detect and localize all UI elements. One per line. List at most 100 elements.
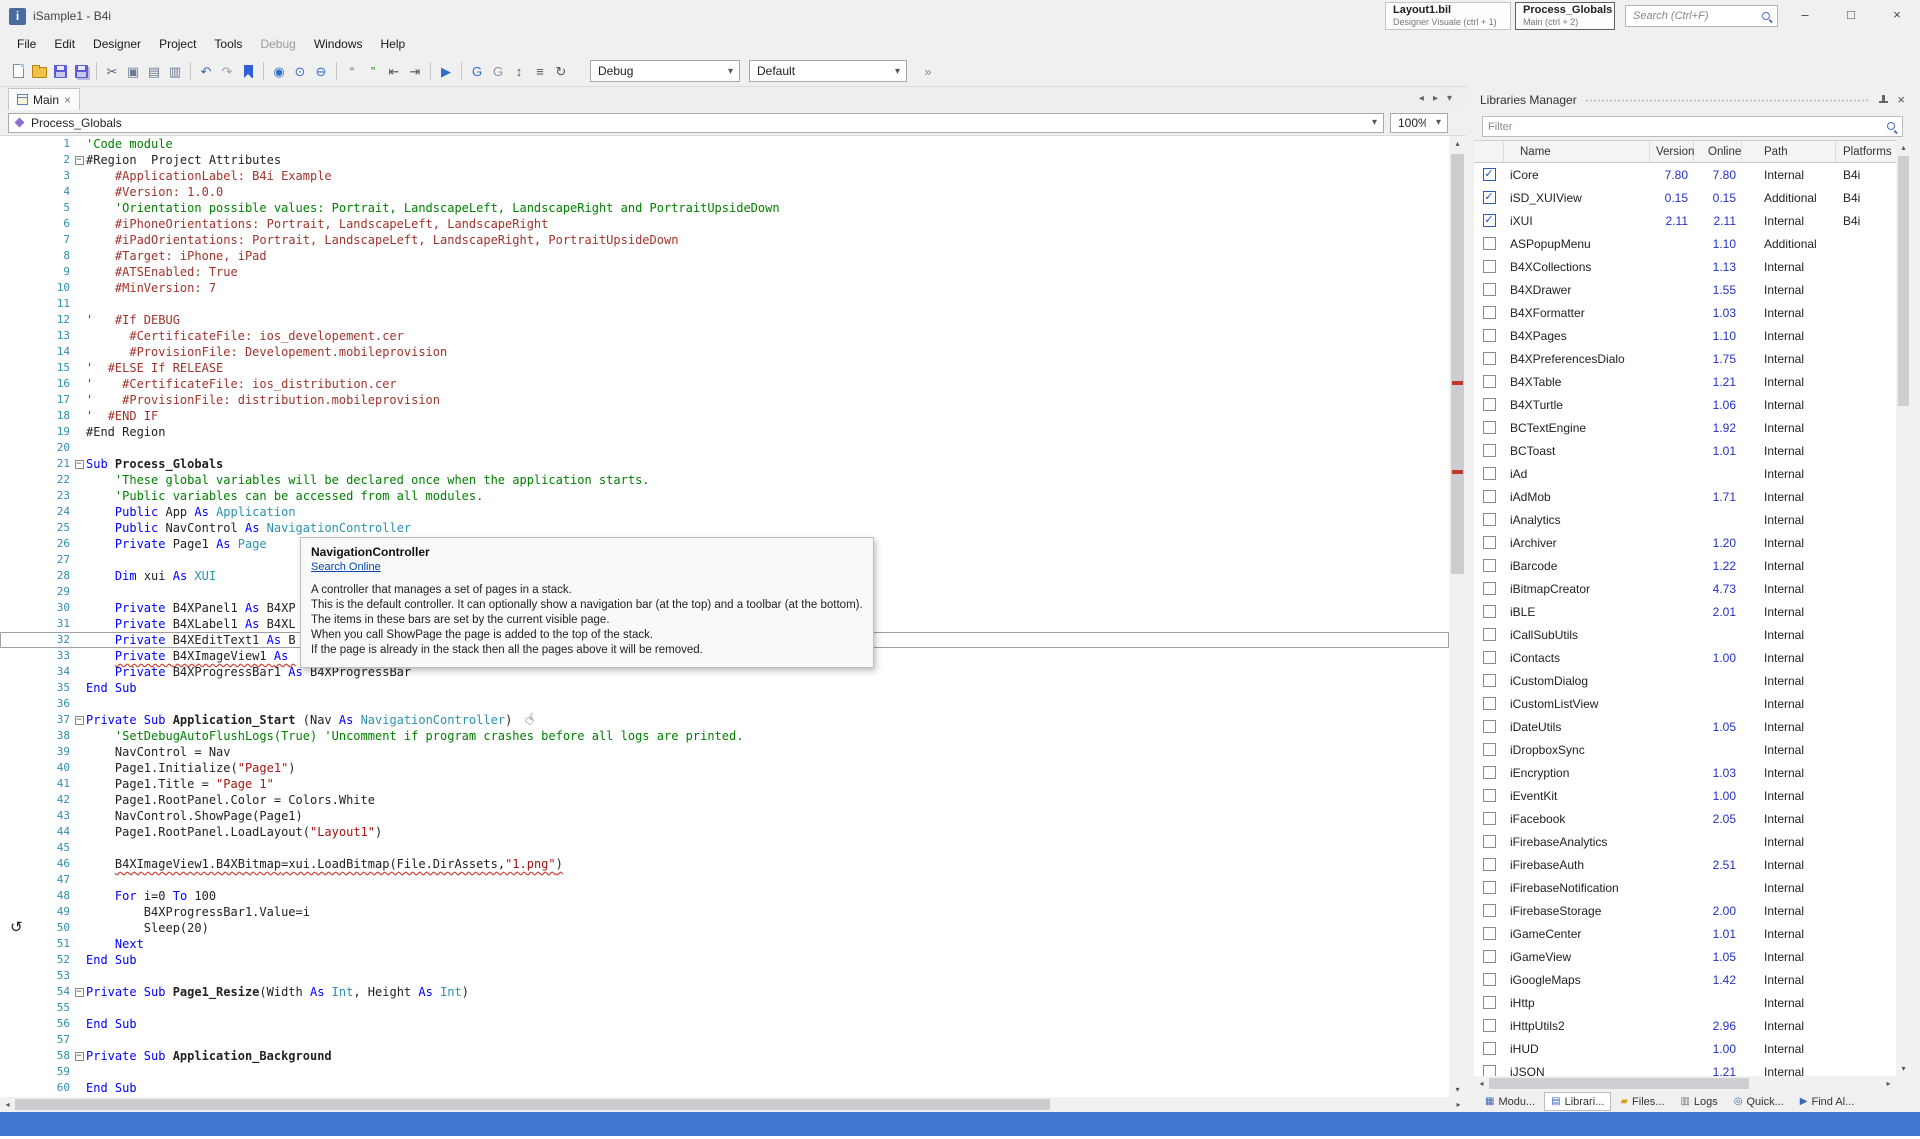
tab-nav-right-icon[interactable]: ▸ bbox=[1433, 93, 1438, 104]
uncomment-button[interactable]: ” bbox=[363, 60, 383, 82]
code-line-19[interactable]: 19#End Region bbox=[0, 424, 1449, 440]
code-line-48[interactable]: 48 For i=0 To 100 bbox=[0, 888, 1449, 904]
library-checkbox[interactable] bbox=[1483, 651, 1496, 664]
error-marker[interactable] bbox=[1452, 381, 1463, 385]
library-row-iCustomListView[interactable]: iCustomListViewInternal bbox=[1474, 692, 1896, 715]
fold-collapse-icon[interactable]: − bbox=[75, 988, 84, 997]
code-line-3[interactable]: 3 #ApplicationLabel: B4i Example bbox=[0, 168, 1449, 184]
clone-module-button[interactable]: ▥ bbox=[165, 60, 185, 82]
code-line-56[interactable]: 56End Sub bbox=[0, 1016, 1449, 1032]
library-checkbox[interactable] bbox=[1483, 283, 1496, 296]
library-row-iContacts[interactable]: iContacts1.00Internal bbox=[1474, 646, 1896, 669]
code-line-7[interactable]: 7 #iPadOrientations: Portrait, Landscape… bbox=[0, 232, 1449, 248]
library-checkbox[interactable] bbox=[1483, 536, 1496, 549]
save-button[interactable] bbox=[50, 60, 70, 82]
copy-button[interactable]: ▣ bbox=[123, 60, 143, 82]
library-checkbox[interactable] bbox=[1483, 1042, 1496, 1055]
fold-collapse-icon[interactable]: − bbox=[75, 716, 84, 725]
scroll-left-icon[interactable]: ◂ bbox=[1474, 1076, 1489, 1091]
error-marker[interactable] bbox=[1452, 470, 1463, 474]
library-row-B4XPages[interactable]: B4XPages1.10Internal bbox=[1474, 324, 1896, 347]
menu-file[interactable]: File bbox=[8, 37, 45, 51]
code-line-41[interactable]: 41 Page1.Title = "Page 1" bbox=[0, 776, 1449, 792]
fold-collapse-icon[interactable]: − bbox=[75, 1052, 84, 1061]
library-row-BCTextEngine[interactable]: BCTextEngine1.92Internal bbox=[1474, 416, 1896, 439]
library-checkbox[interactable] bbox=[1483, 467, 1496, 480]
library-checkbox[interactable] bbox=[1483, 559, 1496, 572]
panel-tab-logs[interactable]: ▥Logs bbox=[1673, 1092, 1724, 1111]
scroll-up-icon[interactable]: ▴ bbox=[1449, 136, 1466, 151]
library-row-B4XPreferencesDialo[interactable]: B4XPreferencesDialo1.75Internal bbox=[1474, 347, 1896, 370]
scroll-down-icon[interactable]: ▾ bbox=[1896, 1061, 1911, 1076]
code-line-59[interactable]: 59 bbox=[0, 1064, 1449, 1080]
pin-icon[interactable] bbox=[1878, 94, 1889, 105]
library-row-iHttp[interactable]: iHttpInternal bbox=[1474, 991, 1896, 1014]
save-all-button[interactable] bbox=[71, 60, 91, 82]
library-row-B4XTurtle[interactable]: B4XTurtle1.06Internal bbox=[1474, 393, 1896, 416]
new-file-button[interactable] bbox=[8, 60, 28, 82]
library-row-iAdMob[interactable]: iAdMob1.71Internal bbox=[1474, 485, 1896, 508]
library-row-iFirebaseStorage[interactable]: iFirebaseStorage2.00Internal bbox=[1474, 899, 1896, 922]
library-row-iCustomDialog[interactable]: iCustomDialogInternal bbox=[1474, 669, 1896, 692]
code-line-17[interactable]: 17' #ProvisionFile: distribution.mobilep… bbox=[0, 392, 1449, 408]
library-checkbox[interactable] bbox=[1483, 743, 1496, 756]
libraries-table-header[interactable]: Name Version Online Path Platforms bbox=[1474, 140, 1896, 163]
code-line-43[interactable]: 43 NavControl.ShowPage(Page1) bbox=[0, 808, 1449, 824]
library-checkbox[interactable] bbox=[1483, 720, 1496, 733]
quick-tab-main[interactable]: Process_Globals Main (ctrl + 2) bbox=[1515, 2, 1615, 30]
code-line-42[interactable]: 42 Page1.RootPanel.Color = Colors.White bbox=[0, 792, 1449, 808]
panel-tab-find-all[interactable]: ▶Find Al... bbox=[1793, 1092, 1862, 1111]
library-row-iGameCenter[interactable]: iGameCenter1.01Internal bbox=[1474, 922, 1896, 945]
code-line-50[interactable]: 50 Sleep(20) bbox=[0, 920, 1449, 936]
overflow-button[interactable]: » bbox=[918, 60, 938, 82]
code-line-21[interactable]: 21−Sub Process_Globals bbox=[0, 456, 1449, 472]
undo-button[interactable]: ↶ bbox=[196, 60, 216, 82]
library-checkbox[interactable] bbox=[1483, 398, 1496, 411]
tab-main[interactable]: Main × bbox=[8, 88, 80, 110]
nav-forward-button[interactable]: ⊖ bbox=[311, 60, 331, 82]
library-row-iFirebaseAnalytics[interactable]: iFirebaseAnalyticsInternal bbox=[1474, 830, 1896, 853]
library-checkbox[interactable]: ✓ bbox=[1483, 168, 1496, 181]
conditional-symbols-select[interactable]: Default▾ bbox=[749, 60, 907, 82]
open-project-button[interactable] bbox=[29, 60, 49, 82]
library-row-B4XFormatter[interactable]: B4XFormatter1.03Internal bbox=[1474, 301, 1896, 324]
panel-tab-files[interactable]: ▰Files... bbox=[1613, 1092, 1671, 1111]
code-line-55[interactable]: 55 bbox=[0, 1000, 1449, 1016]
library-row-iFirebaseAuth[interactable]: iFirebaseAuth2.51Internal bbox=[1474, 853, 1896, 876]
code-line-53[interactable]: 53 bbox=[0, 968, 1449, 984]
code-line-40[interactable]: 40 Page1.Initialize("Page1") bbox=[0, 760, 1449, 776]
zoom-select[interactable]: 100% ▾ bbox=[1390, 113, 1448, 133]
code-line-51[interactable]: 51 Next bbox=[0, 936, 1449, 952]
library-checkbox[interactable]: ✓ bbox=[1483, 191, 1496, 204]
members-button[interactable]: ≡ bbox=[530, 60, 550, 82]
scroll-right-icon[interactable]: ▸ bbox=[1881, 1076, 1896, 1091]
tab-list-icon[interactable]: ▾ bbox=[1447, 93, 1452, 104]
library-checkbox[interactable] bbox=[1483, 490, 1496, 503]
indent-button[interactable]: ⇥ bbox=[405, 60, 425, 82]
scroll-left-icon[interactable]: ◂ bbox=[0, 1097, 15, 1112]
code-line-1[interactable]: 1'Code module bbox=[0, 136, 1449, 152]
library-row-BCToast[interactable]: BCToast1.01Internal bbox=[1474, 439, 1896, 462]
library-row-iAnalytics[interactable]: iAnalyticsInternal bbox=[1474, 508, 1896, 531]
code-line-39[interactable]: 39 NavControl = Nav bbox=[0, 744, 1449, 760]
code-line-49[interactable]: 49 B4XProgressBar1.Value=i bbox=[0, 904, 1449, 920]
library-row-iJSON[interactable]: iJSON1.21Internal bbox=[1474, 1060, 1896, 1076]
library-row-iAd[interactable]: iAdInternal bbox=[1474, 462, 1896, 485]
code-line-6[interactable]: 6 #iPhoneOrientations: Portrait, Landsca… bbox=[0, 216, 1449, 232]
library-checkbox[interactable] bbox=[1483, 375, 1496, 388]
menu-edit[interactable]: Edit bbox=[45, 37, 84, 51]
code-line-47[interactable]: 47 bbox=[0, 872, 1449, 888]
library-checkbox[interactable] bbox=[1483, 329, 1496, 342]
goto-sub-button[interactable]: G bbox=[467, 60, 487, 82]
library-row-B4XTable[interactable]: B4XTable1.21Internal bbox=[1474, 370, 1896, 393]
library-checkbox[interactable] bbox=[1483, 237, 1496, 250]
code-line-60[interactable]: 60End Sub bbox=[0, 1080, 1449, 1096]
library-checkbox[interactable] bbox=[1483, 927, 1496, 940]
code-line-14[interactable]: 14 #ProvisionFile: Developement.mobilepr… bbox=[0, 344, 1449, 360]
library-row-B4XDrawer[interactable]: B4XDrawer1.55Internal bbox=[1474, 278, 1896, 301]
nav-back-button[interactable]: ◉ bbox=[269, 60, 289, 82]
column-header-path[interactable]: Path bbox=[1742, 141, 1836, 162]
code-line-18[interactable]: 18' #END IF bbox=[0, 408, 1449, 424]
panel-close-icon[interactable]: × bbox=[1897, 93, 1905, 106]
panel-tab-quick-search[interactable]: ◎Quick... bbox=[1727, 1092, 1791, 1111]
